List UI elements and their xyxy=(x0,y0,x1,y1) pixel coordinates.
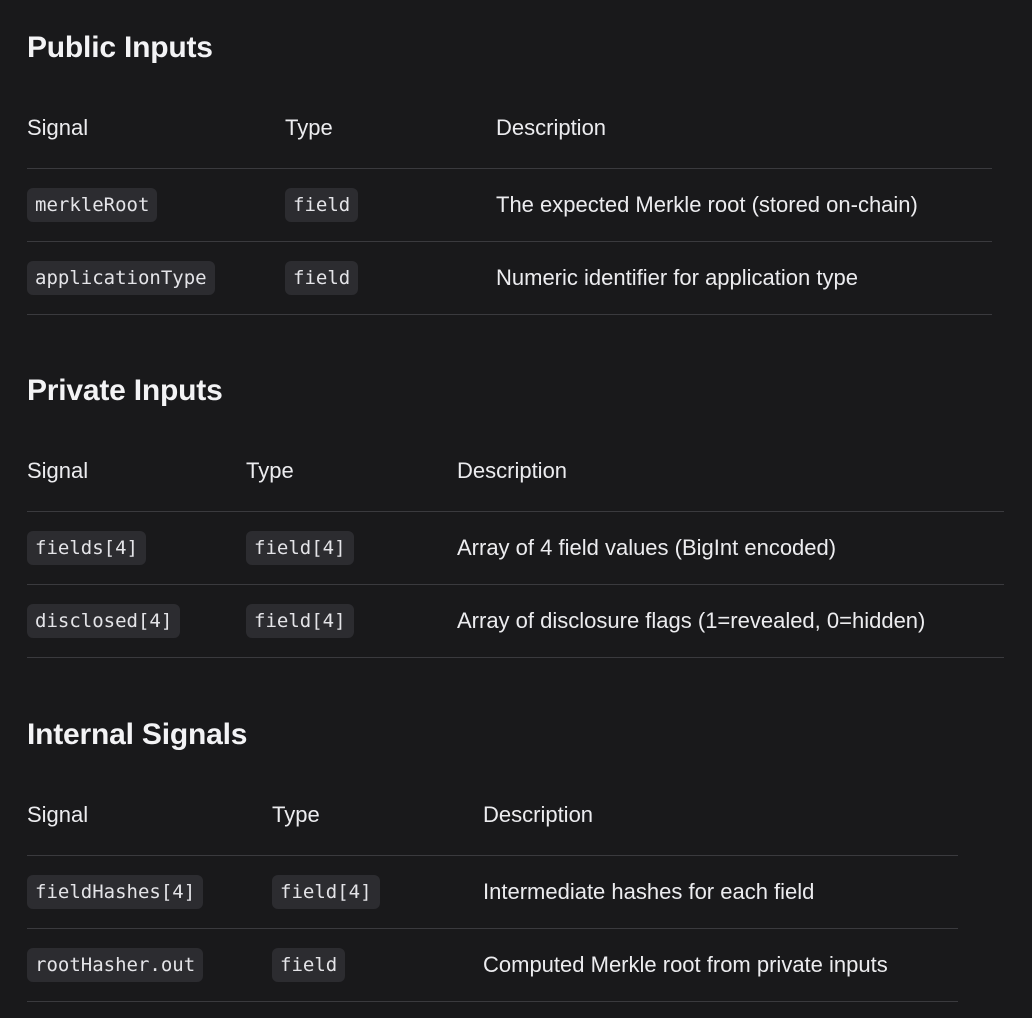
section-heading: Internal Signals xyxy=(27,718,248,751)
table-row: rootHasher.out field Computed Merkle roo… xyxy=(27,928,958,1002)
signal-code: merkleRoot xyxy=(27,188,158,222)
description-cell: Intermediate hashes for each field xyxy=(483,855,958,929)
description-cell: Numeric identifier for application type xyxy=(496,241,992,315)
type-cell: field[4] xyxy=(272,855,483,929)
column-header-type: Type xyxy=(272,802,483,856)
table-header-row: Signal Type Description xyxy=(27,115,992,169)
table-header-row: Signal Type Description xyxy=(27,802,958,856)
table-row: fields[4] field[4] Array of 4 field valu… xyxy=(27,511,1004,585)
table-row: applicationType field Numeric identifier… xyxy=(27,241,992,315)
signal-cell: merkleRoot xyxy=(27,168,285,242)
description-cell: Array of disclosure flags (1=revealed, 0… xyxy=(457,584,1004,658)
signal-cell: fields[4] xyxy=(27,511,246,585)
table-row: merkleRoot field The expected Merkle roo… xyxy=(27,168,992,242)
signal-code: rootHasher.out xyxy=(27,948,204,982)
public-inputs-section: Public Inputs Signal Type Description me… xyxy=(27,30,992,315)
type-cell: field[4] xyxy=(246,584,457,658)
signal-cell: rootHasher.out xyxy=(27,928,272,1002)
table-row: fieldHashes[4] field[4] Intermediate has… xyxy=(27,855,958,929)
type-cell: field xyxy=(285,241,496,315)
public-inputs-table: Signal Type Description merkleRoot field… xyxy=(27,115,992,315)
column-header-description: Description xyxy=(483,802,958,856)
column-header-description: Description xyxy=(457,458,1004,512)
table-row: disclosed[4] field[4] Array of disclosur… xyxy=(27,584,1004,658)
signal-code: fields[4] xyxy=(27,531,146,565)
column-header-type: Type xyxy=(285,115,496,169)
type-code: field xyxy=(285,188,359,222)
type-cell: field xyxy=(272,928,483,1002)
table-header-row: Signal Type Description xyxy=(27,458,1004,512)
signal-code: applicationType xyxy=(27,261,215,295)
column-header-signal: Signal xyxy=(27,458,246,512)
signal-cell: fieldHashes[4] xyxy=(27,855,272,929)
description-cell: Computed Merkle root from private inputs xyxy=(483,928,958,1002)
type-cell: field[4] xyxy=(246,511,457,585)
signal-cell: applicationType xyxy=(27,241,285,315)
section-heading: Private Inputs xyxy=(27,374,223,407)
private-inputs-section: Private Inputs Signal Type Description f… xyxy=(27,373,1004,658)
internal-signals-section: Internal Signals Signal Type Description… xyxy=(27,717,958,1002)
type-code: field[4] xyxy=(272,875,380,909)
column-header-signal: Signal xyxy=(27,802,272,856)
type-code: field[4] xyxy=(246,604,354,638)
section-heading: Public Inputs xyxy=(27,31,213,64)
type-code: field[4] xyxy=(246,531,354,565)
type-code: field xyxy=(272,948,346,982)
column-header-description: Description xyxy=(496,115,992,169)
private-inputs-table: Signal Type Description fields[4] field[… xyxy=(27,458,1004,658)
signal-code: fieldHashes[4] xyxy=(27,875,204,909)
column-header-signal: Signal xyxy=(27,115,285,169)
type-cell: field xyxy=(285,168,496,242)
internal-signals-table: Signal Type Description fieldHashes[4] f… xyxy=(27,802,958,1002)
type-code: field xyxy=(285,261,359,295)
description-cell: The expected Merkle root (stored on-chai… xyxy=(496,168,992,242)
signal-cell: disclosed[4] xyxy=(27,584,246,658)
column-header-type: Type xyxy=(246,458,457,512)
signal-code: disclosed[4] xyxy=(27,604,181,638)
description-cell: Array of 4 field values (BigInt encoded) xyxy=(457,511,1004,585)
